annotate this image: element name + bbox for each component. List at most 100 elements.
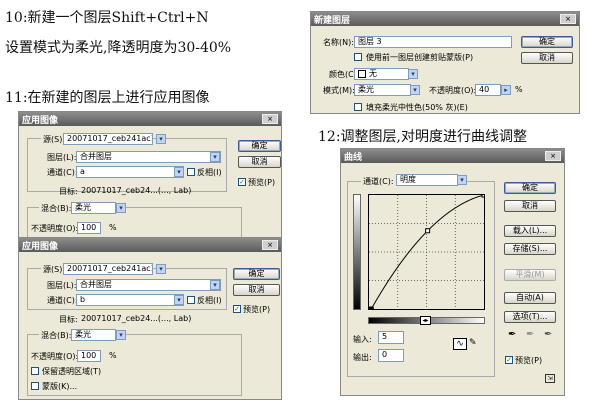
source-select[interactable]: 20071017_ceb241ac11...	[63, 133, 153, 145]
output-field[interactable]: 0	[378, 349, 404, 362]
dialog-title: 曲线	[344, 153, 363, 163]
opacity-input[interactable]: 40	[475, 84, 501, 96]
percent-label: %	[109, 223, 117, 232]
chevron-down-icon[interactable]: ▾	[410, 85, 420, 95]
chevron-down-icon[interactable]: ▾	[116, 203, 126, 213]
target-label: 目标:	[59, 187, 78, 196]
close-icon[interactable]: ×	[262, 240, 278, 250]
gradient-toggle-icon[interactable]: ◂▸	[420, 316, 431, 325]
curve-graph[interactable]	[368, 194, 485, 310]
curve-control-point[interactable]	[369, 306, 374, 310]
invert-checkbox[interactable]	[187, 296, 195, 304]
opacity-input[interactable]: 100	[77, 350, 101, 362]
clip-mask-checkbox[interactable]	[354, 53, 362, 61]
channel-label: 通道(C):	[47, 168, 78, 177]
ok-button[interactable]: 确定	[233, 268, 280, 280]
mode-select[interactable]: 柔光	[354, 84, 411, 96]
gray-eyedropper-icon[interactable]: ✒	[526, 329, 534, 340]
opacity-input[interactable]: 100	[77, 222, 101, 234]
target-label: 目标:	[59, 315, 78, 324]
color-select[interactable]: 无	[354, 68, 409, 80]
chevron-down-icon[interactable]: ▾	[116, 330, 126, 340]
target-value: 20071017_ceb24...(..., Lab)	[81, 186, 192, 195]
title-bar: 应用图像 ×	[19, 112, 281, 126]
step11-heading: 11:在新建的图层上进行应用图像	[5, 90, 210, 106]
opacity-label: 不透明度(O):	[31, 224, 79, 233]
blend-label: 混合(B):	[39, 203, 74, 214]
close-icon[interactable]: ×	[545, 151, 561, 161]
source-group	[27, 138, 227, 192]
channel-select[interactable]: 明度	[396, 174, 458, 186]
close-icon[interactable]: ×	[560, 14, 576, 24]
pencil-tool-icon[interactable]: ✎	[469, 338, 477, 348]
dialog-title: 应用图像	[22, 116, 59, 126]
curve-tool-icon[interactable]: ∿	[453, 338, 467, 350]
smooth-button: 平滑(M)	[504, 269, 556, 281]
invert-checkbox[interactable]	[187, 168, 195, 176]
preview-label: 预览(P)	[243, 305, 271, 314]
expand-icon[interactable]: ⇲	[545, 374, 555, 383]
blend-select[interactable]: 柔光	[71, 202, 116, 214]
cancel-button[interactable]: 取消	[238, 156, 281, 168]
channel-label: 通道(C):	[361, 176, 396, 187]
mode-label: 模式(M):	[323, 86, 355, 95]
white-eyedropper-icon[interactable]: ✒	[544, 329, 552, 340]
title-bar: 新建图层 ×	[311, 12, 579, 26]
input-label: 输入:	[353, 335, 372, 344]
cancel-button[interactable]: 取消	[233, 284, 280, 296]
preview-label: 预览(P)	[515, 356, 543, 365]
channel-label: 通道(C):	[47, 296, 78, 305]
channel-select[interactable]: b	[76, 294, 184, 306]
step10-heading: 10:新建一个图层Shift+Ctrl+N	[5, 10, 209, 26]
mask-label: 蒙版(K)...	[42, 382, 78, 391]
channel-select[interactable]: a	[76, 166, 184, 178]
invert-label: 反相(I)	[197, 296, 222, 305]
blend-select[interactable]: 柔光	[71, 329, 116, 341]
layer-select[interactable]: 合并图层	[76, 279, 221, 291]
preview-checkbox[interactable]: ✓	[238, 178, 246, 186]
preserve-transparency-checkbox[interactable]	[31, 367, 39, 375]
chevron-down-icon[interactable]: ▾	[210, 152, 220, 162]
step10-subheading: 设置模式为柔光,降透明度为30-40%	[5, 40, 232, 56]
curve-line[interactable]	[370, 195, 484, 309]
cancel-button[interactable]: 取消	[504, 200, 556, 212]
fill-neutral-label: 填充柔光中性色(50% 灰)(E)	[366, 103, 468, 112]
chevron-down-icon[interactable]: ▾	[210, 280, 220, 290]
curve-control-point[interactable]	[425, 228, 431, 234]
apply-image-dialog-2: 应用图像× 源(S): 20071017_ceb241ac11... ▾ 图层(…	[18, 237, 282, 400]
dialog-title: 新建图层	[314, 16, 351, 26]
preview-checkbox[interactable]: ✓	[505, 356, 513, 364]
auto-button[interactable]: 自动(A)	[504, 292, 556, 304]
chevron-right-icon[interactable]: ▸	[501, 85, 511, 95]
target-value: 20071017_ceb24...(..., Lab)	[81, 314, 192, 323]
layer-select[interactable]: 合并图层	[76, 151, 221, 163]
ok-button[interactable]: 确定	[504, 182, 556, 194]
curve-control-point[interactable]	[481, 194, 485, 198]
fill-neutral-checkbox[interactable]	[354, 103, 362, 111]
name-input[interactable]: 图层 3	[354, 36, 512, 48]
preview-checkbox[interactable]: ✓	[233, 305, 241, 313]
chevron-down-icon[interactable]: ▾	[174, 295, 184, 305]
cancel-button[interactable]: 取消	[521, 52, 573, 64]
options-button[interactable]: 选项(T)...	[504, 311, 556, 323]
load-button[interactable]: 载入(L)...	[504, 225, 556, 237]
ok-button[interactable]: 确定	[521, 36, 573, 48]
black-eyedropper-icon[interactable]: ✒	[508, 329, 516, 340]
chevron-down-icon[interactable]: ▾	[457, 175, 467, 185]
percent-label: %	[109, 351, 117, 360]
preview-label: 预览(P)	[248, 178, 276, 187]
save-button[interactable]: 存储(S)...	[504, 243, 556, 255]
chevron-down-icon[interactable]: ▾	[156, 134, 166, 144]
mask-checkbox[interactable]	[31, 382, 39, 390]
chevron-down-icon[interactable]: ▾	[174, 167, 184, 177]
close-icon[interactable]: ×	[262, 114, 278, 124]
blend-label: 混合(B):	[39, 330, 74, 341]
input-field[interactable]: 5	[378, 331, 404, 344]
source-select[interactable]: 20071017_ceb241ac11...	[63, 263, 153, 275]
ok-button[interactable]: 确定	[238, 140, 281, 152]
percent-label: %	[515, 85, 523, 94]
chevron-down-icon[interactable]: ▾	[408, 69, 418, 79]
output-label: 输出:	[353, 353, 372, 362]
layer-label: 图层(L):	[47, 153, 77, 162]
chevron-down-icon[interactable]: ▾	[156, 264, 166, 274]
